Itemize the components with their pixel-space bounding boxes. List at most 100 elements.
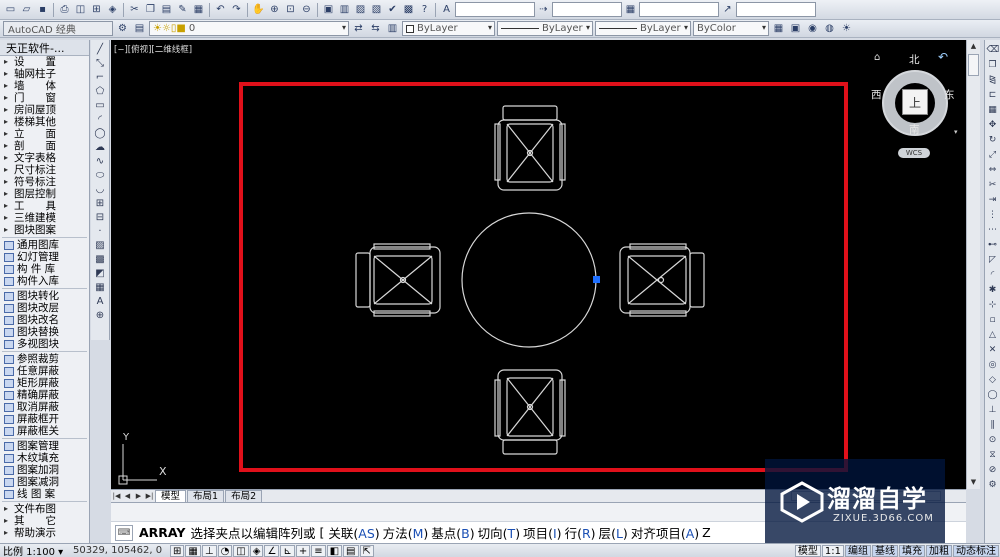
layer-previous-icon[interactable]: ⇆ (368, 21, 383, 36)
menu-item[interactable]: 屏蔽框开 (0, 413, 89, 425)
calculator-icon[interactable]: ▩ (401, 2, 416, 17)
menu-item[interactable]: ▸ 文件布图 (0, 503, 89, 515)
line-icon[interactable]: ╱ (94, 44, 107, 56)
snap-toggle-icon[interactable]: ⊞ (170, 544, 185, 557)
layout-icon[interactable]: ▣ (788, 21, 803, 36)
multiline-text-icon[interactable]: A (94, 296, 107, 308)
menu-item[interactable]: 通用图库 (0, 239, 89, 251)
ducs-toggle-icon[interactable]: ⊾ (280, 544, 295, 557)
scroll-up-icon[interactable]: ▲ (967, 40, 980, 52)
menu-item[interactable]: ▸ 文字表格 (0, 152, 89, 164)
block-editor-icon[interactable]: ▦ (191, 2, 206, 17)
menu-item[interactable]: 取消屏蔽 (0, 401, 89, 413)
explode-icon[interactable]: ✱ (987, 284, 999, 296)
circle-icon[interactable]: ◯ (94, 128, 107, 140)
open-file-icon[interactable]: ▱ (19, 2, 34, 17)
menu-item[interactable]: 构件入库 (0, 275, 89, 287)
lineweight-combo[interactable]: ByLayer ▾ (595, 21, 691, 36)
wcs-menu[interactable]: WCS (898, 148, 930, 158)
move-icon[interactable]: ✥ (987, 119, 999, 131)
menu-item[interactable]: ▸ 楼梯其他 (0, 116, 89, 128)
menu-item[interactable]: 幻灯管理 (0, 251, 89, 263)
3dosnap-toggle-icon[interactable]: ◈ (249, 544, 264, 557)
status-button[interactable]: 模型 (794, 544, 821, 557)
compass-north[interactable]: 北 (909, 52, 920, 67)
erase-icon[interactable]: ⌫ (987, 44, 1000, 56)
menu-item[interactable]: 图块替换 (0, 326, 89, 338)
print-icon[interactable]: ⎙ (57, 2, 72, 17)
paste-icon[interactable]: ▤ (159, 2, 174, 17)
menu-item[interactable]: ▸ 图层控制 (0, 188, 89, 200)
osnap-toggle-icon[interactable]: ◫ (233, 544, 249, 557)
light-icon[interactable]: ☀ (839, 21, 854, 36)
menu-item[interactable]: 屏蔽框关 (0, 425, 89, 437)
command-option[interactable]: 层(L) (599, 526, 628, 541)
save-icon[interactable]: ▪ (35, 2, 50, 17)
break-at-point-icon[interactable]: ⋮ (987, 209, 999, 221)
help-icon[interactable]: ? (417, 2, 432, 17)
sheet-set-icon[interactable]: ▧ (369, 2, 384, 17)
new-file-icon[interactable]: ▭ (3, 2, 18, 17)
make-current-icon[interactable]: ⇄ (351, 21, 366, 36)
annotation-scale[interactable]: 比例 1:100 ▾ (0, 543, 70, 557)
point-icon[interactable]: · (94, 226, 107, 238)
ortho-toggle-icon[interactable]: ⊥ (201, 544, 217, 557)
layer-combo[interactable]: ☀☼▯■ 0 ▾ (149, 21, 349, 36)
construction-line-icon[interactable]: ⤡ (94, 58, 107, 70)
array-icon[interactable]: ▦ (987, 104, 999, 116)
command-option[interactable]: 方法(M) (383, 526, 429, 541)
hatch-icon[interactable]: ▨ (94, 240, 107, 252)
chair-top[interactable] (494, 105, 566, 191)
status-button[interactable]: 加粗 (926, 544, 952, 557)
table-icon[interactable]: ▦ (94, 282, 107, 294)
menu-item[interactable]: ▸ 剖 面 (0, 140, 89, 152)
polygon-icon[interactable]: ⬠ (94, 86, 107, 98)
gradient-icon[interactable]: ▩ (94, 254, 107, 266)
menu-item[interactable]: ▸ 图块图案 (0, 224, 89, 236)
undo-icon[interactable]: ↶ (213, 2, 228, 17)
menu-item[interactable]: ▸ 房间屋顶 (0, 104, 89, 116)
menu-item[interactable]: ▸ 帮助演示 (0, 527, 89, 539)
revcloud-icon[interactable]: ☁ (94, 142, 107, 154)
grid-toggle-icon[interactable]: ▦ (185, 544, 201, 557)
trim-icon[interactable]: ✂ (987, 179, 999, 191)
table-style-icon[interactable]: ▦ (623, 2, 638, 17)
red-frame-rectangle[interactable] (239, 82, 848, 472)
spline-icon[interactable]: ∿ (94, 156, 107, 168)
menu-item[interactable]: ▸ 尺寸标注 (0, 164, 89, 176)
menu-item[interactable]: 图块改层 (0, 302, 89, 314)
zoom-window-icon[interactable]: ⊡ (283, 2, 298, 17)
rectangle-icon[interactable]: ▭ (94, 100, 107, 112)
plotstyle-combo[interactable]: ByColor ▾ (693, 21, 769, 36)
snap-midpoint-icon[interactable]: △ (987, 329, 999, 341)
last-tab-icon[interactable]: ▶| (144, 491, 155, 502)
menu-item[interactable]: ▸ 符号标注 (0, 176, 89, 188)
table-style-combo[interactable] (639, 2, 719, 17)
arc-icon[interactable]: ◜ (94, 114, 107, 126)
fillet-icon[interactable]: ◜ (987, 269, 999, 281)
stretch-icon[interactable]: ⇔ (987, 164, 999, 176)
tab-model[interactable]: 模型 (155, 490, 187, 502)
menu-item[interactable]: 图案管理 (0, 440, 89, 452)
tool-palettes-icon[interactable]: ▨ (353, 2, 368, 17)
layer-manager-icon[interactable]: ▤ (132, 21, 147, 36)
status-button[interactable]: 动态标注 (953, 544, 999, 557)
pan-icon[interactable]: ✋ (251, 2, 266, 17)
menu-item[interactable]: 矩形屏蔽 (0, 377, 89, 389)
linetype-combo[interactable]: ByLayer ▾ (497, 21, 593, 36)
snap-quadrant-icon[interactable]: ◇ (987, 374, 999, 386)
multileader-style-icon[interactable]: ↗ (720, 2, 735, 17)
menu-item[interactable]: 图块转化 (0, 290, 89, 302)
qp-toggle-icon[interactable]: ▤ (343, 544, 359, 557)
command-icon[interactable]: ⌨ (115, 524, 133, 541)
extend-icon[interactable]: ⇥ (987, 194, 999, 206)
viewcube-menu-icon[interactable]: ▾ (954, 128, 958, 136)
menu-item[interactable]: 线 图 案 (0, 488, 89, 500)
add-selected-icon[interactable]: ⊕ (94, 310, 107, 322)
zoom-previous-icon[interactable]: ⊖ (299, 2, 314, 17)
snap-endpoint-icon[interactable]: ▫ (987, 314, 999, 326)
material-icon[interactable]: ◍ (822, 21, 837, 36)
menu-item[interactable]: 任意屏蔽 (0, 365, 89, 377)
workspace-settings-icon[interactable]: ⚙ (115, 21, 130, 36)
properties-icon[interactable]: ▣ (321, 2, 336, 17)
